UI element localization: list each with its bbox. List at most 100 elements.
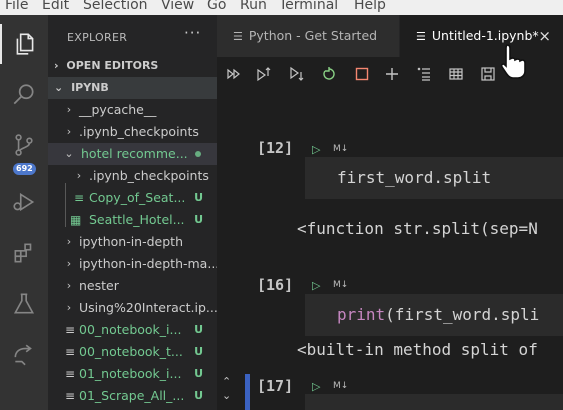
run-cell-icon[interactable]: ▷ xyxy=(312,143,320,156)
menu-run[interactable]: Run xyxy=(240,0,267,13)
tree-item-copy-of-seattle[interactable]: ≡ Copy_of_Seat... U xyxy=(48,187,217,209)
close-icon[interactable]: × xyxy=(538,15,551,57)
tree-item-label: Using%20Interact.ip... xyxy=(79,300,217,315)
menu-terminal[interactable]: Terminal xyxy=(279,0,338,13)
hand-pointer-icon xyxy=(500,44,526,79)
tree-item-hotel-folder[interactable]: ⌄ hotel recomme... xyxy=(48,143,217,165)
tree-item-checkpoints[interactable]: › .ipynb_checkpoints xyxy=(48,121,217,143)
activity-bar: 692 xyxy=(0,15,48,410)
tree-item-label: 01_notebook_i... xyxy=(79,366,182,381)
run-all-icon[interactable] xyxy=(226,66,242,82)
tree-item-label: Copy_of_Seat... xyxy=(89,190,186,205)
notebook-editor: [12] ▷ M↓ first_word.split <function str… xyxy=(217,91,563,410)
tree-item-nester[interactable]: › nester xyxy=(48,275,217,297)
code-rest: (first_word.spli xyxy=(385,305,540,324)
move-cell-down-icon[interactable]: ⌄ xyxy=(222,389,231,402)
chevron-right-icon: › xyxy=(54,59,59,72)
move-cell-up-icon[interactable]: ⌃ xyxy=(222,375,231,388)
menu-bar: File Edit Selection View Go Run Terminal… xyxy=(0,0,563,15)
cell-output: <function str.split(sep=N xyxy=(297,219,538,238)
explorer-sidebar: EXPLORER ··· › OPEN EDITORS ⌄ IPYNB › __… xyxy=(48,15,217,410)
scm-badge: 692 xyxy=(13,163,36,175)
code-text: first_word.split xyxy=(337,168,492,187)
root-folder-section[interactable]: ⌄ IPYNB xyxy=(48,77,217,99)
tab-untitled-notebook[interactable]: ☰ Untitled-1.ipynb* × xyxy=(400,15,563,57)
file-icon: ☰ xyxy=(233,30,243,43)
code-keyword: print xyxy=(337,305,386,324)
code-cell[interactable] xyxy=(305,394,563,410)
tree-item-label: nester xyxy=(79,278,119,293)
root-folder-label: IPYNB xyxy=(71,81,109,94)
save-icon[interactable] xyxy=(480,66,496,82)
cell-output: <built-in method split of xyxy=(297,340,538,359)
change-to-markdown-icon[interactable]: M↓ xyxy=(333,144,348,154)
tab-python-get-started[interactable]: ☰ Python - Get Started xyxy=(217,15,399,57)
code-cell[interactable]: print(first_word.spli xyxy=(305,294,563,336)
variables-icon[interactable] xyxy=(448,66,464,82)
menu-go[interactable]: Go xyxy=(207,0,226,13)
run-cell-icon[interactable]: ▷ xyxy=(312,279,320,292)
tree-item-label: 00_notebook_t... xyxy=(79,344,183,359)
git-status-badge: U xyxy=(194,345,203,358)
explorer-icon[interactable] xyxy=(0,24,48,64)
file-icon: ☰ xyxy=(416,30,426,43)
run-cell-icon[interactable]: ▷ xyxy=(312,380,320,393)
tree-item-using-interact[interactable]: › Using%20Interact.ip... xyxy=(48,297,217,319)
tree-item-01-scrape-all[interactable]: ≡ 01_Scrape_All_... U xyxy=(48,385,217,407)
add-cell-icon[interactable] xyxy=(384,66,400,82)
cell-focus-indicator xyxy=(245,374,250,410)
run-debug-icon[interactable] xyxy=(0,182,48,222)
menu-selection[interactable]: Selection xyxy=(83,0,148,13)
change-to-markdown-icon[interactable]: M↓ xyxy=(333,381,348,391)
tree-item-ipython-in-depth[interactable]: › ipython-in-depth xyxy=(48,231,217,253)
tree-item-01-notebook-i[interactable]: ≡ 01_notebook_i... U xyxy=(48,363,217,385)
notebook-file-icon: ≡ xyxy=(65,323,76,337)
clear-outputs-icon[interactable] xyxy=(416,66,432,82)
execution-count: [16] xyxy=(257,276,294,294)
menu-view[interactable]: View xyxy=(161,0,194,13)
tree-item-checkpoints-nested[interactable]: › .ipynb_checkpoints xyxy=(48,165,217,187)
code-text: print(first_word.spli xyxy=(337,305,539,324)
chevron-down-icon: ⌄ xyxy=(54,81,64,94)
menu-help[interactable]: Help xyxy=(354,0,386,13)
change-to-markdown-icon[interactable]: M↓ xyxy=(333,280,348,290)
testing-icon[interactable] xyxy=(0,284,48,324)
tab-label: Untitled-1.ipynb* xyxy=(431,28,539,43)
tree-item-label: 00_notebook_i... xyxy=(79,322,182,337)
search-icon[interactable] xyxy=(0,75,48,115)
more-actions-icon[interactable]: ··· xyxy=(184,24,201,42)
source-control-icon[interactable] xyxy=(0,125,48,165)
run-above-icon[interactable] xyxy=(256,66,272,82)
chevron-right-icon: › xyxy=(66,235,72,248)
tree-item-pycache[interactable]: › __pycache__ xyxy=(48,99,217,121)
tree-item-label: ipython-in-depth xyxy=(79,234,183,249)
tree-item-label: ipython-in-depth-ma... xyxy=(79,256,217,271)
tree-item-label: Seattle_Hotel... xyxy=(89,212,185,227)
git-status-badge: U xyxy=(194,191,203,204)
restart-icon[interactable] xyxy=(321,66,337,82)
tree-item-label: 01_Scrape_All_... xyxy=(79,388,185,403)
code-cell[interactable]: first_word.split xyxy=(305,157,563,199)
open-editors-label: OPEN EDITORS xyxy=(66,59,159,72)
notebook-file-icon: ≡ xyxy=(65,345,76,359)
remote-explorer-icon[interactable] xyxy=(0,335,48,375)
tree-item-ipython-in-depth-master[interactable]: › ipython-in-depth-ma... xyxy=(48,253,217,275)
extensions-icon[interactable] xyxy=(0,233,48,273)
notebook-file-icon: ≡ xyxy=(74,191,85,205)
tab-label: Python - Get Started xyxy=(248,28,378,43)
tree-item-00-notebook-i[interactable]: ≡ 00_notebook_i... U xyxy=(48,319,217,341)
git-status-badge: U xyxy=(194,323,203,336)
tree-item-label: .ipynb_checkpoints xyxy=(79,124,199,139)
menu-edit[interactable]: Edit xyxy=(42,0,69,13)
tree-item-label: hotel recomme... xyxy=(81,146,188,161)
interrupt-icon[interactable] xyxy=(354,66,370,82)
tree-item-label: .ipynb_checkpoints xyxy=(89,168,209,183)
chevron-right-icon: › xyxy=(66,103,72,116)
tree-item-seattle-hotel[interactable]: ▦ Seattle_Hotel... U xyxy=(48,209,217,231)
explorer-title: EXPLORER xyxy=(67,31,128,44)
menu-file[interactable]: File xyxy=(5,0,28,13)
tree-item-00-notebook-t[interactable]: ≡ 00_notebook_t... U xyxy=(48,341,217,363)
open-editors-section[interactable]: › OPEN EDITORS xyxy=(48,55,217,77)
run-below-icon[interactable] xyxy=(289,66,305,82)
git-status-badge: U xyxy=(194,367,203,380)
